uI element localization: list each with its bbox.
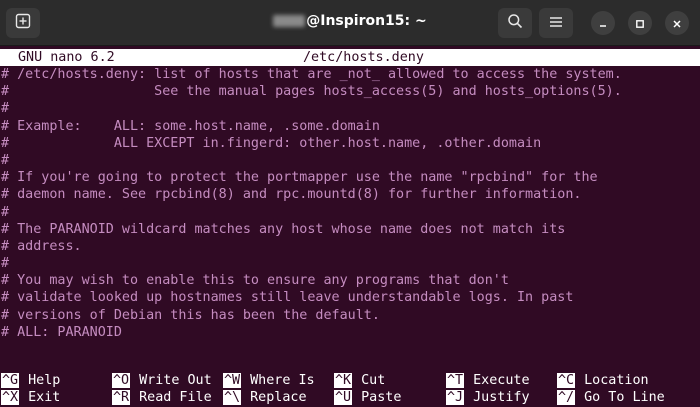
file-line: #	[1, 101, 10, 117]
file-line: #	[1, 204, 10, 220]
shortcut-justify[interactable]: ^J Justify	[446, 389, 530, 406]
search-button[interactable]	[498, 8, 532, 38]
shortcut-replace[interactable]: ^\ Replace	[223, 389, 307, 406]
file-line: # versions of Debian this has been the d…	[1, 307, 380, 323]
maximize-icon	[635, 14, 645, 33]
shortcut-row: ^G Help ^O Write Out ^W Where Is ^K Cut ^T Ex…	[0, 372, 700, 389]
file-line: # ALL EXCEPT in.fingerd: other.host.name…	[1, 135, 542, 151]
title-bar: @Inspiron15: ~	[0, 0, 700, 46]
menu-button[interactable]	[539, 8, 573, 38]
shortcut-paste[interactable]: ^U Paste	[334, 389, 401, 406]
minimize-icon	[598, 14, 608, 33]
file-line: #	[1, 152, 10, 168]
shortcut-help[interactable]: ^G Help	[1, 372, 60, 389]
shortcut-exit[interactable]: ^X Exit	[1, 389, 60, 406]
hamburger-menu-icon	[549, 14, 563, 33]
file-line: # validate looked up hostnames still lea…	[1, 290, 574, 306]
minimize-button[interactable]	[591, 11, 615, 35]
shortcut-bar: ^G Help ^O Write Out ^W Where Is ^K Cut ^T Ex…	[0, 372, 700, 406]
shortcut-location[interactable]: ^C Location	[557, 372, 649, 389]
close-button[interactable]	[665, 11, 689, 35]
file-line: # /etc/hosts.deny: list of hosts that ar…	[1, 67, 622, 82]
file-line: # If you're going to protect the portmap…	[1, 170, 598, 186]
shortcut-write-out[interactable]: ^O Write Out	[112, 372, 212, 389]
shortcut-row: ^X Exit ^R Read File ^\ Replace ^U Paste ^J J…	[0, 389, 700, 406]
file-line: # The PARANOID wildcard matches any host…	[1, 221, 566, 237]
file-line: # Example: ALL: some.host.name, .some.do…	[1, 118, 380, 134]
terminal-area[interactable]: GNU nano 6.2 /etc/hosts.deny # /etc/host…	[0, 46, 700, 407]
close-icon	[672, 14, 682, 33]
shortcut-go-to-line[interactable]: ^/Go To Line	[557, 389, 665, 406]
nano-header-bar: GNU nano 6.2 /etc/hosts.deny	[0, 49, 700, 66]
file-line: # You may wish to enable this to ensure …	[1, 273, 509, 289]
file-line: #	[1, 256, 10, 272]
search-icon	[507, 13, 523, 33]
shortcut-execute[interactable]: ^T Execute	[446, 372, 530, 389]
shortcut-where-is[interactable]: ^W Where Is	[223, 372, 315, 389]
shortcut-cut[interactable]: ^K Cut	[334, 372, 385, 389]
terminal-window: @Inspiron15: ~ GNU nano 6.2 /etc/hosts.d…	[0, 0, 700, 407]
nano-filename: /etc/hosts.deny	[303, 50, 424, 65]
nano-version: GNU nano 6.2	[18, 50, 115, 65]
shortcut-read-file[interactable]: ^R Read File	[112, 389, 212, 406]
maximize-button[interactable]	[628, 11, 652, 35]
window-title-host: @Inspiron15: ~	[306, 13, 427, 29]
file-line: # daemon name. See rpcbind(8) and rpc.mo…	[1, 187, 582, 203]
file-line: # address.	[1, 238, 82, 254]
redacted-username	[273, 15, 306, 27]
file-content[interactable]: # /etc/hosts.deny: list of hosts that ar…	[0, 66, 700, 341]
file-line: # ALL: PARANOID	[1, 324, 122, 340]
file-line: # See the manual pages hosts_access(5) a…	[1, 84, 622, 100]
